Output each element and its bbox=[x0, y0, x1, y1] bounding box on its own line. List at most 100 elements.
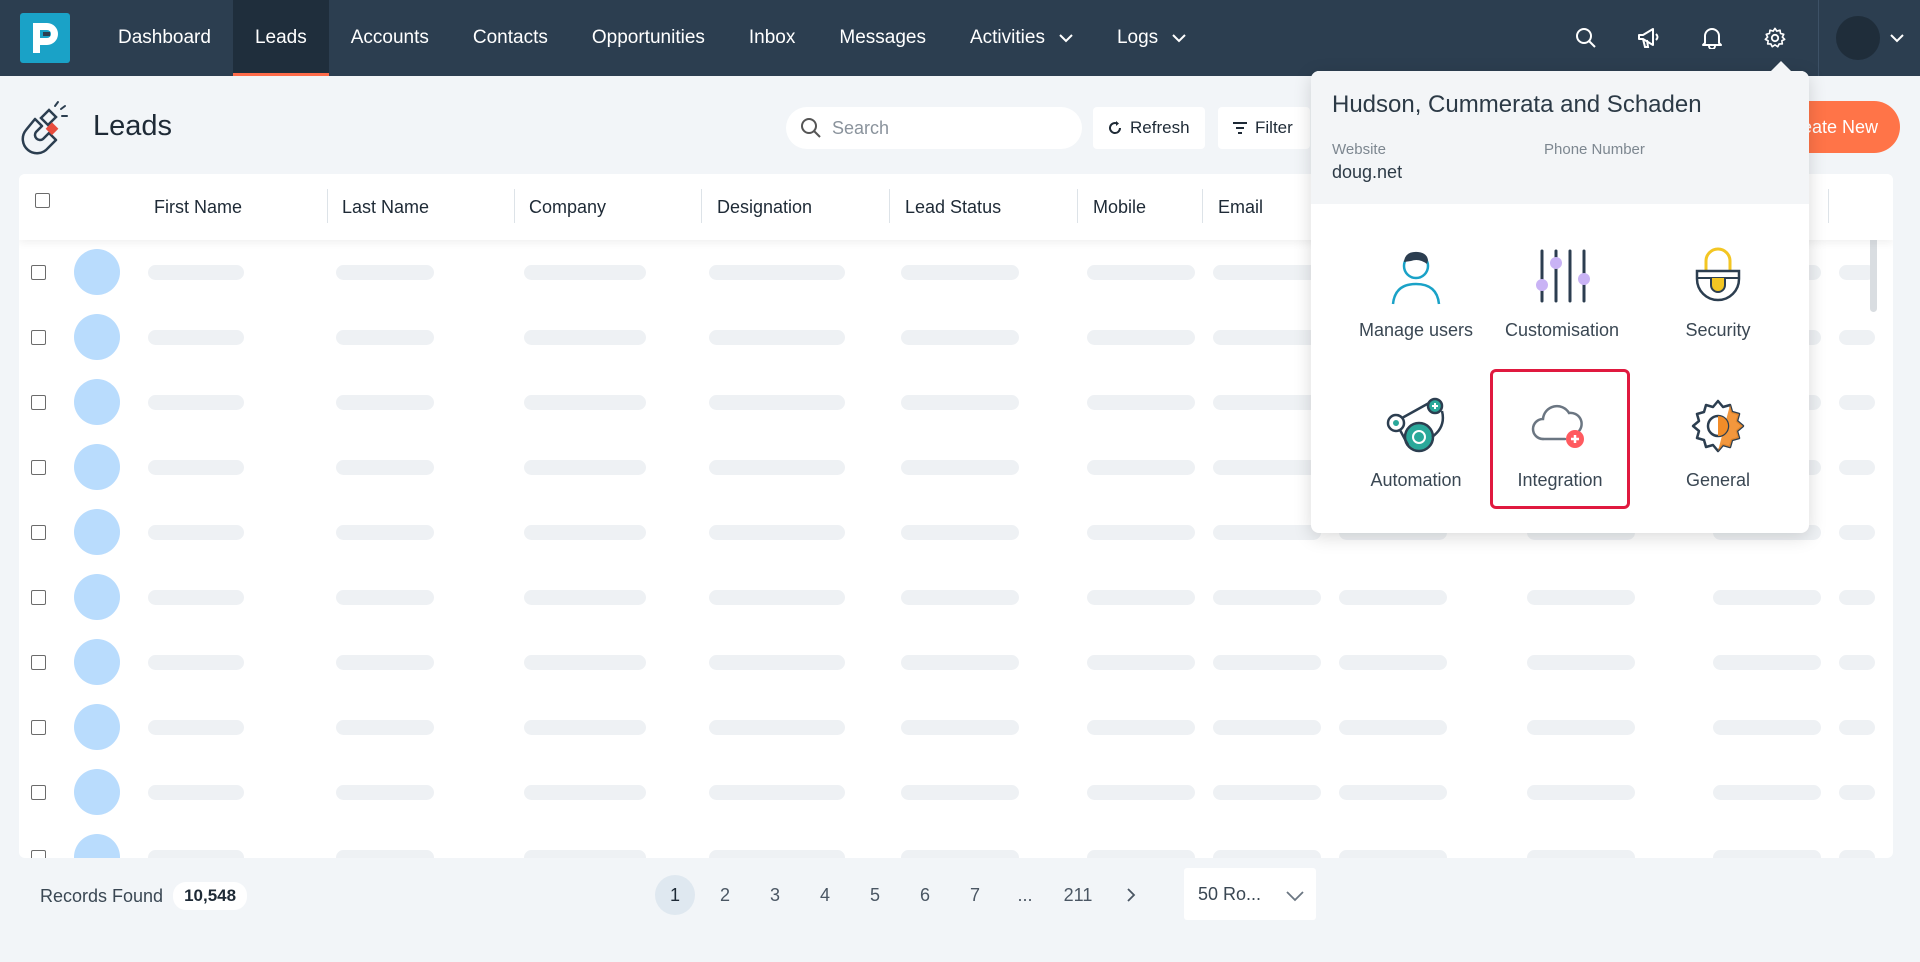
announcements-button[interactable] bbox=[1617, 0, 1680, 76]
column-label: First Name bbox=[154, 196, 243, 217]
loading-placeholder bbox=[1087, 785, 1195, 800]
loading-placeholder bbox=[1087, 330, 1195, 345]
table-row[interactable] bbox=[19, 825, 1893, 858]
nav-opportunities[interactable]: Opportunities bbox=[570, 0, 727, 76]
filter-button[interactable]: Filter bbox=[1218, 107, 1310, 149]
column-divider[interactable] bbox=[1202, 189, 1203, 223]
loading-placeholder bbox=[148, 720, 244, 735]
loading-placeholder bbox=[1527, 655, 1635, 670]
row-checkbox[interactable] bbox=[31, 720, 46, 735]
loading-placeholder bbox=[1839, 395, 1875, 410]
loading-placeholder bbox=[1527, 590, 1635, 605]
loading-placeholder bbox=[1213, 460, 1321, 475]
next-page-button[interactable] bbox=[1111, 875, 1151, 915]
column-divider[interactable] bbox=[514, 189, 515, 223]
column-divider[interactable] bbox=[1077, 189, 1078, 223]
loading-placeholder bbox=[524, 460, 646, 475]
column-divider[interactable] bbox=[701, 189, 702, 223]
refresh-icon bbox=[1109, 121, 1122, 134]
nav-contacts[interactable]: Contacts bbox=[451, 0, 570, 76]
manage-users-tile[interactable]: Manage users bbox=[1347, 222, 1485, 360]
loading-placeholder bbox=[901, 330, 1019, 345]
refresh-button[interactable]: Refresh bbox=[1093, 107, 1205, 149]
loading-placeholder bbox=[148, 525, 244, 540]
row-checkbox[interactable] bbox=[31, 330, 46, 345]
row-avatar bbox=[74, 639, 120, 685]
loading-placeholder bbox=[1527, 850, 1635, 858]
tile-label: Automation bbox=[1370, 470, 1462, 490]
row-checkbox[interactable] bbox=[31, 525, 46, 540]
search-button[interactable] bbox=[1554, 0, 1617, 76]
loading-placeholder bbox=[1213, 265, 1321, 280]
page-last[interactable]: 211 bbox=[1055, 875, 1101, 915]
select-all-checkbox[interactable] bbox=[35, 193, 50, 208]
loading-placeholder bbox=[709, 850, 845, 858]
page-ellipsis[interactable]: ... bbox=[1005, 875, 1045, 915]
row-checkbox[interactable] bbox=[31, 785, 46, 800]
row-checkbox[interactable] bbox=[31, 655, 46, 670]
loading-placeholder bbox=[901, 785, 1019, 800]
row-checkbox[interactable] bbox=[31, 395, 46, 410]
loading-placeholder bbox=[1213, 785, 1321, 800]
notifications-button[interactable] bbox=[1680, 0, 1743, 76]
nav-messages[interactable]: Messages bbox=[817, 0, 948, 76]
nav-accounts[interactable]: Accounts bbox=[329, 0, 451, 76]
rows-per-page-select[interactable]: 50 Ro... bbox=[1184, 868, 1316, 920]
website-value[interactable]: doug.net bbox=[1332, 162, 1544, 183]
table-row[interactable] bbox=[19, 695, 1893, 760]
row-checkbox[interactable] bbox=[31, 265, 46, 280]
dropdown-caret bbox=[1769, 61, 1793, 73]
page-1[interactable]: 1 bbox=[655, 875, 695, 915]
search-field[interactable] bbox=[786, 107, 1082, 149]
integration-tile[interactable]: Integration bbox=[1490, 369, 1630, 509]
app-logo[interactable] bbox=[20, 13, 70, 63]
column-last-name[interactable]: Last Name bbox=[342, 174, 429, 240]
loading-placeholder bbox=[1839, 590, 1875, 605]
table-row[interactable] bbox=[19, 760, 1893, 825]
nav-leads[interactable]: Leads bbox=[232, 0, 329, 76]
page-2[interactable]: 2 bbox=[705, 875, 745, 915]
loading-placeholder bbox=[148, 850, 244, 858]
loading-placeholder bbox=[1339, 655, 1447, 670]
page-7[interactable]: 7 bbox=[955, 875, 995, 915]
search-input[interactable] bbox=[832, 117, 1052, 139]
page-5[interactable]: 5 bbox=[855, 875, 895, 915]
loading-placeholder bbox=[148, 330, 244, 345]
column-divider[interactable] bbox=[327, 189, 328, 223]
nav-dashboard[interactable]: Dashboard bbox=[96, 0, 233, 76]
customisation-tile[interactable]: Customisation bbox=[1493, 222, 1631, 360]
loading-placeholder bbox=[336, 785, 434, 800]
row-checkbox[interactable] bbox=[31, 590, 46, 605]
column-divider[interactable] bbox=[1828, 189, 1829, 223]
nav-inbox[interactable]: Inbox bbox=[727, 0, 817, 76]
nav-activities[interactable]: Activities bbox=[948, 0, 1095, 76]
loading-placeholder bbox=[1839, 525, 1875, 540]
automation-tile[interactable]: Automation bbox=[1347, 372, 1485, 510]
column-first-name[interactable]: First Name bbox=[154, 174, 242, 240]
user-menu[interactable] bbox=[1818, 0, 1920, 76]
loading-placeholder bbox=[1213, 590, 1321, 605]
column-divider[interactable] bbox=[889, 189, 890, 223]
page-6[interactable]: 6 bbox=[905, 875, 945, 915]
row-checkbox[interactable] bbox=[31, 850, 46, 858]
gear-icon bbox=[1764, 27, 1785, 48]
table-row[interactable] bbox=[19, 565, 1893, 630]
security-tile[interactable]: Security bbox=[1649, 222, 1787, 360]
row-checkbox[interactable] bbox=[31, 460, 46, 475]
loading-placeholder bbox=[1213, 395, 1321, 410]
loading-placeholder bbox=[148, 655, 244, 670]
general-tile[interactable]: General bbox=[1649, 372, 1787, 510]
page-4[interactable]: 4 bbox=[805, 875, 845, 915]
column-lead-status[interactable]: Lead Status bbox=[905, 174, 1001, 240]
loading-placeholder bbox=[148, 590, 244, 605]
loading-placeholder bbox=[1839, 850, 1875, 858]
nav-logs[interactable]: Logs bbox=[1095, 0, 1208, 76]
page-3[interactable]: 3 bbox=[755, 875, 795, 915]
column-email[interactable]: Email bbox=[1218, 174, 1263, 240]
create-new-label: eate New bbox=[1801, 116, 1878, 137]
column-mobile[interactable]: Mobile bbox=[1093, 174, 1146, 240]
column-designation[interactable]: Designation bbox=[717, 174, 812, 240]
column-company[interactable]: Company bbox=[529, 174, 606, 240]
table-row[interactable] bbox=[19, 630, 1893, 695]
loading-placeholder bbox=[148, 395, 244, 410]
